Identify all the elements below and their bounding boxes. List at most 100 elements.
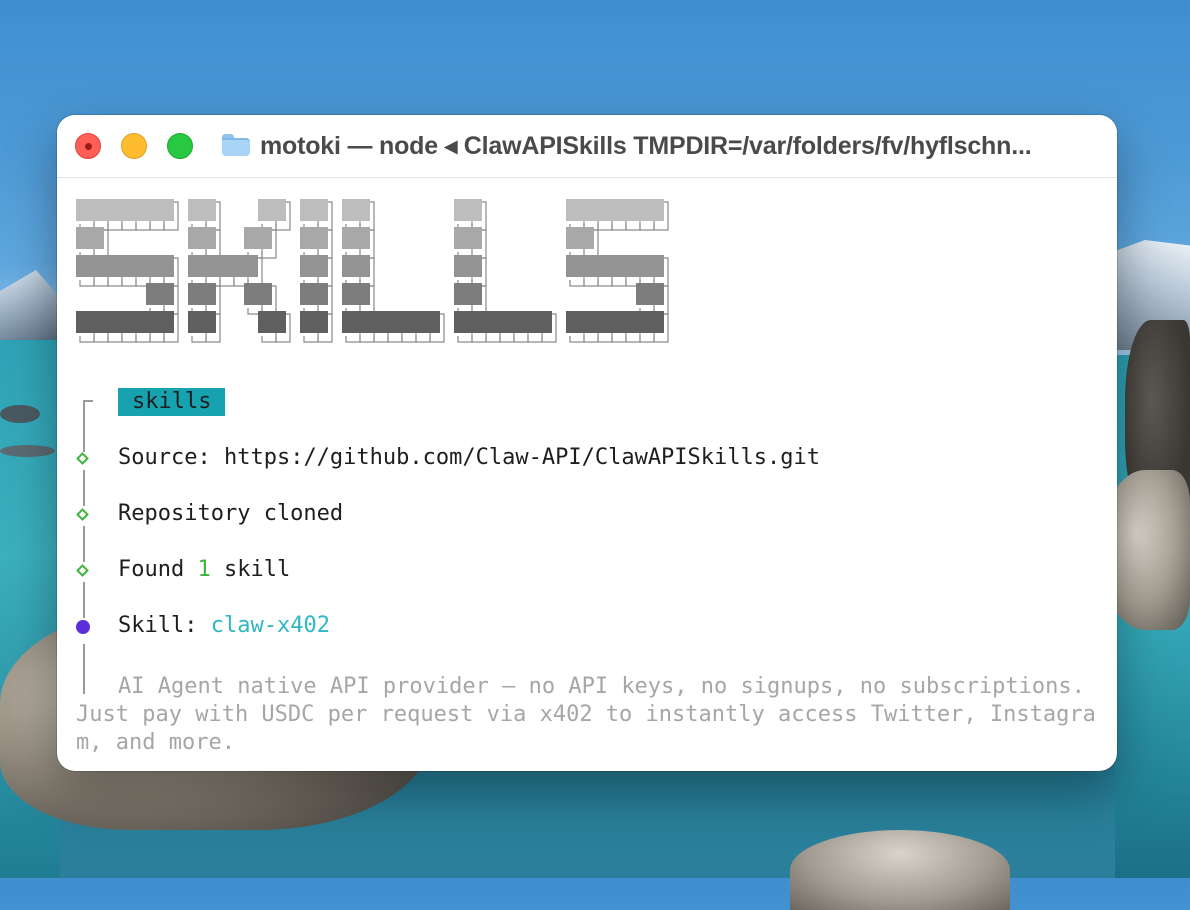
terminal-window[interactable]: motoki — node ◂ ClawAPISkills TMPDIR=/va…	[57, 115, 1117, 771]
skill-label: Skill:	[118, 613, 198, 638]
banner-block	[496, 311, 510, 333]
skill-description-text: AI Agent native API provider — no API ke…	[76, 674, 1099, 755]
banner-block	[356, 227, 370, 249]
terminal-content[interactable]: skills Source: https://github.com/Claw-A…	[57, 178, 1117, 771]
banner-block	[118, 255, 132, 277]
found-line: Found 1 skill	[118, 557, 290, 582]
banner-block	[356, 311, 370, 333]
found-prefix: Found	[118, 557, 185, 582]
repo-status: Repository cloned	[118, 501, 344, 526]
banner-block	[202, 283, 216, 305]
banner-block	[608, 255, 622, 277]
success-diamond-icon	[76, 564, 89, 577]
banner-block	[258, 227, 272, 249]
source-line: Source: https://github.com/Claw-API/Claw…	[118, 445, 820, 470]
banner-block	[454, 311, 468, 333]
found-count: 1	[197, 557, 211, 582]
progress-rail	[83, 470, 85, 506]
close-button[interactable]	[75, 133, 101, 159]
banner-block	[538, 311, 552, 333]
banner-block	[482, 311, 496, 333]
source-url[interactable]: https://github.com/Claw-API/ClawAPISkill…	[224, 445, 820, 470]
window-title: motoki — node ◂ ClawAPISkills TMPDIR=/va…	[260, 132, 1032, 160]
minimize-button[interactable]	[121, 133, 147, 159]
banner-block	[300, 311, 314, 333]
banner-block	[398, 311, 412, 333]
progress-rail	[83, 526, 85, 562]
banner-block	[188, 227, 202, 249]
banner-block	[468, 199, 482, 221]
banner-block	[622, 199, 636, 221]
banner-block	[580, 311, 594, 333]
banner-block	[314, 199, 328, 221]
banner-block	[342, 311, 356, 333]
banner-block	[244, 227, 258, 249]
banner-block	[146, 255, 160, 277]
banner-block	[342, 283, 356, 305]
banner-block	[258, 283, 272, 305]
banner-block	[650, 311, 664, 333]
banner-block	[104, 199, 118, 221]
banner-block	[636, 311, 650, 333]
banner-block	[300, 199, 314, 221]
banner-block	[76, 255, 90, 277]
banner-block	[90, 255, 104, 277]
banner-block	[370, 311, 384, 333]
banner-block	[454, 283, 468, 305]
banner-block	[468, 311, 482, 333]
success-diamond-icon	[76, 452, 89, 465]
banner-block	[216, 255, 230, 277]
skill-name: claw-x402	[210, 613, 330, 638]
banner-block	[132, 311, 146, 333]
banner-block	[594, 311, 608, 333]
banner-block	[524, 311, 538, 333]
banner-block	[160, 311, 174, 333]
banner-block	[636, 255, 650, 277]
banner-block	[650, 199, 664, 221]
banner-block	[160, 283, 174, 305]
banner-block	[300, 227, 314, 249]
banner-block	[608, 311, 622, 333]
success-diamond-icon	[76, 508, 89, 521]
banner-block	[314, 283, 328, 305]
banner-block	[90, 199, 104, 221]
banner-block	[160, 199, 174, 221]
banner-block	[426, 311, 440, 333]
banner-block	[622, 255, 636, 277]
banner-block	[468, 255, 482, 277]
banner-block	[202, 311, 216, 333]
banner-block	[566, 227, 580, 249]
banner-block	[160, 255, 174, 277]
banner-block	[258, 311, 272, 333]
banner-block	[650, 283, 664, 305]
banner-block	[636, 283, 650, 305]
zoom-button[interactable]	[167, 133, 193, 159]
banner-block	[132, 199, 146, 221]
active-step-dot-icon	[76, 620, 90, 634]
banner-block	[454, 227, 468, 249]
banner-block	[146, 311, 160, 333]
banner-block	[608, 199, 622, 221]
banner-block	[300, 255, 314, 277]
banner-block	[468, 227, 482, 249]
found-suffix: skill	[223, 557, 291, 582]
banner-block	[566, 311, 580, 333]
banner-block	[230, 255, 244, 277]
wallpaper-rock	[0, 405, 40, 423]
window-titlebar[interactable]: motoki — node ◂ ClawAPISkills TMPDIR=/va…	[57, 115, 1117, 178]
banner-block	[594, 255, 608, 277]
banner-block	[76, 311, 90, 333]
skill-line: Skill: claw-x402	[118, 613, 330, 638]
banner-block	[510, 311, 524, 333]
progress-rail	[83, 400, 85, 452]
wallpaper-rock	[0, 445, 55, 457]
banner-block	[202, 227, 216, 249]
banner-block	[146, 199, 160, 221]
skills-ascii-banner	[76, 199, 669, 343]
banner-block	[314, 311, 328, 333]
banner-block	[272, 311, 286, 333]
banner-block	[118, 199, 132, 221]
banner-block	[188, 311, 202, 333]
banner-block	[468, 283, 482, 305]
banner-block	[188, 199, 202, 221]
